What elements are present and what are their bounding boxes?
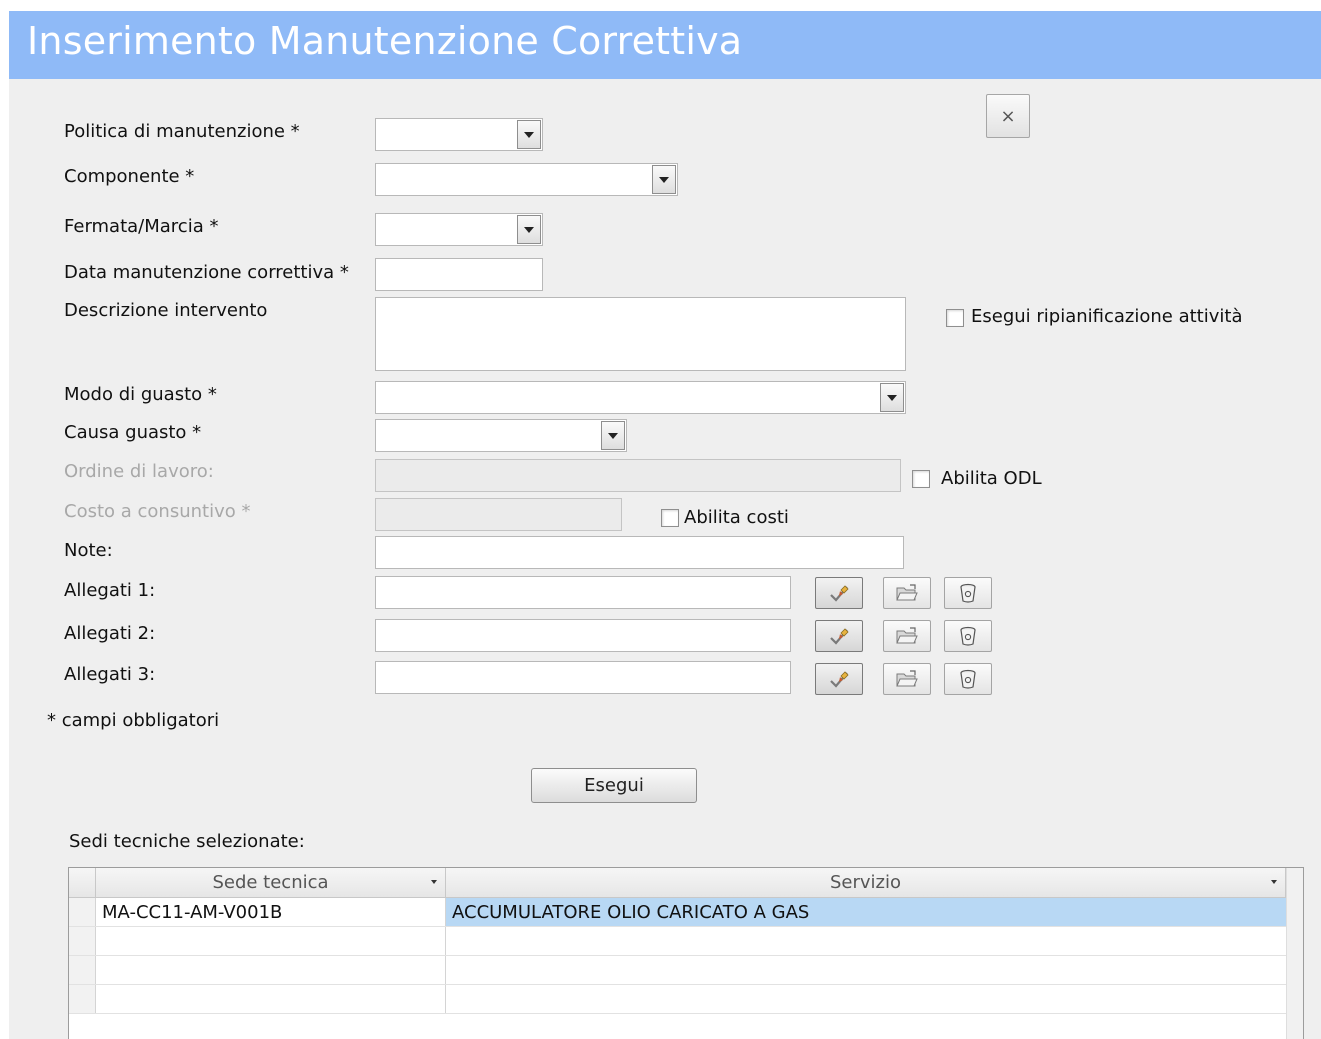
row-selector[interactable] [69,985,96,1013]
table-cell-servizio[interactable] [446,956,1286,984]
allegati-1-delete-button[interactable] [944,577,992,609]
esegui-button[interactable]: Esegui [531,768,697,803]
componente-label: Componente * [64,166,195,187]
modo-guasto-dropdown-button[interactable] [880,383,904,412]
table-cell-sede[interactable] [96,927,446,955]
ripianificazione-checkbox[interactable] [946,309,964,327]
note-input[interactable] [375,536,904,569]
politica-dropdown-button[interactable] [517,120,541,149]
table-cell-servizio[interactable]: ACCUMULATORE OLIO CARICATO A GAS [446,898,1286,926]
table-row[interactable]: MA-CC11-AM-V001B ACCUMULATORE OLIO CARIC… [69,898,1286,927]
note-label: Note: [64,540,113,561]
column-header-label: Servizio [829,872,901,893]
componente-combo[interactable] [375,163,678,196]
row-selector[interactable] [69,927,96,955]
costo-input [375,498,622,531]
table-row[interactable] [69,927,1286,956]
close-icon: × [1000,105,1016,127]
trash-can-icon [960,669,976,689]
data-input[interactable] [375,258,543,291]
table-cell-servizio[interactable] [446,985,1286,1013]
allegati-1-open-button[interactable] [883,577,931,609]
allegati-3-label: Allegati 3: [64,664,156,685]
allegati-2-input[interactable] [375,619,791,652]
table-row[interactable] [69,956,1286,985]
abilita-odl-checkbox[interactable] [912,470,930,488]
table-cell-sede[interactable]: MA-CC11-AM-V001B [96,898,446,926]
chevron-down-icon [887,394,897,401]
allegati-3-delete-button[interactable] [944,663,992,695]
allegati-2-select-button[interactable] [815,620,863,652]
abilita-costi-checkbox[interactable] [661,509,679,527]
trash-can-icon [960,626,976,646]
ordine-lavoro-label: Ordine di lavoro: [64,461,214,482]
causa-guasto-combo[interactable] [375,419,627,452]
row-selector[interactable] [69,898,96,926]
column-header-label: Sede tecnica [212,872,329,893]
chevron-down-icon [659,176,669,183]
grid-vertical-scrollbar[interactable] [1286,868,1303,1039]
close-button[interactable]: × [986,94,1030,138]
table-row[interactable] [69,985,1286,1014]
grid-title: Sedi tecniche selezionate: [69,831,305,852]
folder-open-icon [896,627,918,644]
folder-open-icon [896,670,918,687]
fermata-label: Fermata/Marcia * [64,216,219,237]
form-window: Inserimento Manutenzione Correttiva × Po… [9,11,1321,1039]
allegati-1-label: Allegati 1: [64,580,156,601]
causa-guasto-label: Causa guasto * [64,422,202,443]
column-header-servizio[interactable]: Servizio [446,868,1286,898]
ripianificazione-label: Esegui ripianificazione attività [971,306,1243,327]
fermata-combo[interactable] [375,213,543,246]
title-bar: Inserimento Manutenzione Correttiva [9,11,1321,79]
allegati-1-select-button[interactable] [815,577,863,609]
politica-combo[interactable] [375,118,543,151]
table-cell-sede[interactable] [96,956,446,984]
allegati-2-open-button[interactable] [883,620,931,652]
componente-dropdown-button[interactable] [652,165,676,194]
allegati-3-input[interactable] [375,661,791,694]
required-fields-note: * campi obbligatori [47,710,220,731]
table-cell-servizio[interactable] [446,927,1286,955]
chevron-down-icon [524,226,534,233]
pencil-check-icon [830,671,849,688]
descrizione-textarea[interactable] [375,297,906,371]
abilita-costi-label: Abilita costi [684,507,789,528]
allegati-3-open-button[interactable] [883,663,931,695]
fermata-dropdown-button[interactable] [517,215,541,244]
chevron-down-icon [608,432,618,439]
modo-guasto-combo[interactable] [375,381,906,414]
column-header-sede-tecnica[interactable]: Sede tecnica [96,868,446,898]
data-label: Data manutenzione correttiva * [64,262,349,283]
allegati-2-delete-button[interactable] [944,620,992,652]
modo-guasto-label: Modo di guasto * [64,384,217,405]
causa-guasto-dropdown-button[interactable] [601,421,625,450]
chevron-down-icon[interactable] [1271,880,1277,884]
allegati-2-label: Allegati 2: [64,623,156,644]
chevron-down-icon [524,131,534,138]
ordine-lavoro-input [375,459,901,492]
costo-label: Costo a consuntivo * [64,501,251,522]
chevron-down-icon[interactable] [431,880,437,884]
allegati-1-input[interactable] [375,576,791,609]
politica-label: Politica di manutenzione * [64,121,300,142]
allegati-3-select-button[interactable] [815,663,863,695]
descrizione-label: Descrizione intervento [64,300,268,321]
form-title: Inserimento Manutenzione Correttiva [27,19,743,63]
table-cell-sede[interactable] [96,985,446,1013]
abilita-odl-label: Abilita ODL [941,468,1042,489]
trash-can-icon [960,583,976,603]
grid-corner-selector[interactable] [69,868,96,898]
sedi-tecniche-grid: Sede tecnica Servizio MA-CC11-AM-V001B A… [68,867,1304,1039]
row-selector[interactable] [69,956,96,984]
pencil-check-icon [830,585,849,602]
pencil-check-icon [830,628,849,645]
folder-open-icon [896,584,918,601]
